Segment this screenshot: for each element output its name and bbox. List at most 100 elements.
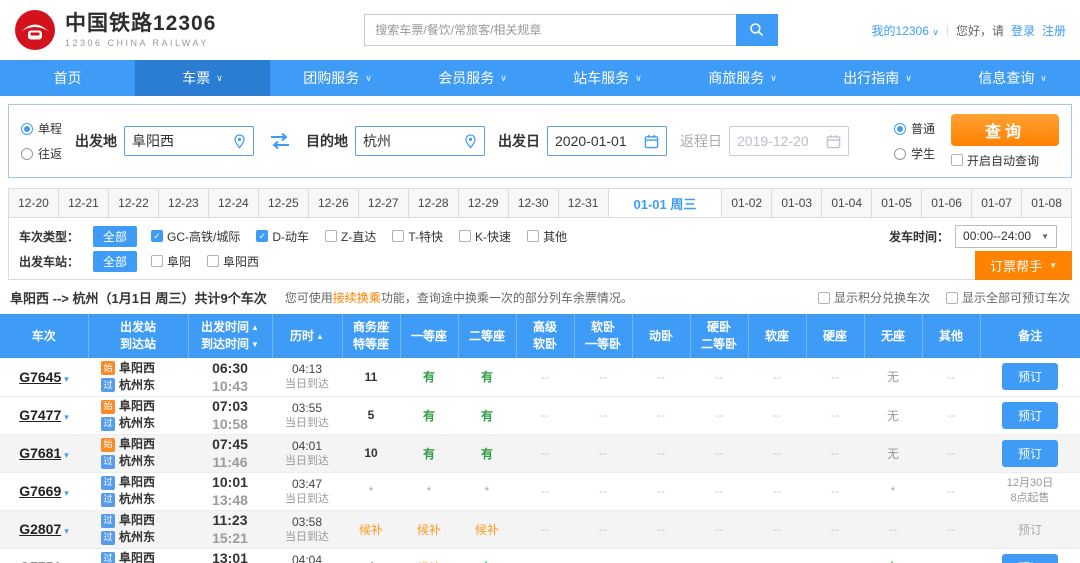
station-name: 杭州东 [119,377,155,394]
column-header-2[interactable]: 出发时间▲到达时间▼ [188,314,272,358]
show-bookable-checkbox[interactable]: 显示全部可预订车次 [946,289,1070,306]
site-search-input[interactable] [364,14,736,46]
nav-item-member-services[interactable]: 会员服务∨ [405,60,540,96]
nav-item-group-services[interactable]: 团购服务∨ [270,60,405,96]
column-header-0[interactable]: 车次 [0,314,88,358]
chevron-down-icon[interactable]: ▾ [64,526,69,536]
column-header-12[interactable]: 硬座 [806,314,864,358]
date-tab-16[interactable]: 01-05 [872,188,922,218]
train-number-link[interactable]: G7477 [19,407,61,423]
date-tab-17[interactable]: 01-06 [922,188,972,218]
brand-logo[interactable]: 中国铁路12306 12306 CHINA RAILWAY [14,9,216,51]
date-tab-7[interactable]: 12-27 [359,188,409,218]
train-type-option-4[interactable]: K-快速 [459,228,511,245]
date-tab-4[interactable]: 12-24 [209,188,259,218]
chevron-down-icon[interactable]: ▾ [64,450,69,460]
nav-item-travel-guide[interactable]: 出行指南∨ [810,60,945,96]
date-tab-3[interactable]: 12-23 [159,188,209,218]
column-header-8[interactable]: 软卧一等卧 [574,314,632,358]
column-header-4[interactable]: 商务座特等座 [342,314,400,358]
column-header-5[interactable]: 一等座 [400,314,458,358]
header-line: 一等座 [401,328,458,345]
date-tab-0[interactable]: 12-20 [8,188,59,218]
one-way-radio[interactable]: 单程 [21,120,62,137]
transfer-link[interactable]: 接续换乘 [333,291,381,305]
column-header-11[interactable]: 软座 [748,314,806,358]
column-header-15[interactable]: 备注 [980,314,1080,358]
date-tab-11[interactable]: 12-31 [559,188,609,218]
nav-item-station-services[interactable]: 站车服务∨ [540,60,675,96]
swap-stations-button[interactable] [267,131,293,151]
train-type-option-0[interactable]: GC-高铁/城际 [151,228,240,245]
chevron-down-icon[interactable]: ▾ [64,488,69,498]
round-trip-radio[interactable]: 往返 [21,145,62,162]
book-button[interactable]: 预订 [1002,554,1058,563]
column-header-6[interactable]: 二等座 [458,314,516,358]
train-number-link[interactable]: G7669 [19,483,61,499]
depart-date-input[interactable]: 2020-01-01 [547,126,667,156]
column-header-9[interactable]: 动卧 [632,314,690,358]
book-button[interactable]: 预订 [1002,363,1058,390]
station-all-tag[interactable]: 全部 [93,251,137,272]
seat-cell-0: 候补 [342,510,400,548]
my-12306-link[interactable]: 我的12306 ∨ [872,22,939,39]
nav-item-info-query[interactable]: 信息查询∨ [945,60,1080,96]
nav-item-tickets[interactable]: 车票∨ [135,60,270,96]
query-button[interactable]: 查询 [951,114,1059,146]
date-tab-13[interactable]: 01-02 [722,188,772,218]
train-type-option-2[interactable]: Z-直达 [325,228,376,245]
station-option-1[interactable]: 阜阳西 [207,253,259,270]
date-tab-6[interactable]: 12-26 [309,188,359,218]
from-input[interactable]: 阜阳西 [124,126,254,156]
nav-item-home[interactable]: 首页 [0,60,135,96]
depart-time-select[interactable]: 00:00--24:00 ▼ [955,225,1057,248]
column-header-13[interactable]: 无座 [864,314,922,358]
chevron-down-icon[interactable]: ▾ [64,374,69,384]
date-tab-9[interactable]: 12-29 [459,188,509,218]
chevron-down-icon[interactable]: ▾ [64,412,69,422]
date-tab-5[interactable]: 12-25 [259,188,309,218]
column-header-10[interactable]: 硬卧二等卧 [690,314,748,358]
train-number-link[interactable]: G7645 [19,369,61,385]
return-date-input[interactable]: 2019-12-20 [729,126,849,156]
header: 中国铁路12306 12306 CHINA RAILWAY 我的12306 ∨ [0,0,1080,60]
train-number-link[interactable]: G7681 [19,445,61,461]
column-header-7[interactable]: 高级软卧 [516,314,574,358]
date-tab-12[interactable]: 01-01 周三 [609,188,723,218]
date-tab-2[interactable]: 12-22 [109,188,159,218]
nav-item-business-travel[interactable]: 商旅服务∨ [675,60,810,96]
train-number-link[interactable]: G7751 [19,559,61,563]
register-link[interactable]: 注册 [1042,22,1066,39]
book-button[interactable]: 预订 [1002,440,1058,467]
date-tab-18[interactable]: 01-07 [972,188,1022,218]
login-link[interactable]: 登录 [1011,22,1035,39]
date-tab-10[interactable]: 12-30 [509,188,559,218]
date-tab-15[interactable]: 01-04 [822,188,872,218]
booking-helper-button[interactable]: 订票帮手 ▼ [975,251,1072,280]
book-button[interactable]: 预订 [1002,402,1058,429]
radio-checked-icon [21,123,33,135]
to-input[interactable]: 杭州 [355,126,485,156]
column-header-14[interactable]: 其他 [922,314,980,358]
station-option-0[interactable]: 阜阳 [151,253,191,270]
normal-passenger-radio[interactable]: 普通 [894,120,935,137]
date-tab-14[interactable]: 01-03 [772,188,822,218]
train-type-option-1[interactable]: D-动车 [256,228,309,245]
date-tab-1[interactable]: 12-21 [59,188,109,218]
auto-query-checkbox[interactable]: 开启自动查询 [951,152,1039,169]
column-header-3[interactable]: 历时▲ [272,314,342,358]
train-type-option-5[interactable]: 其他 [527,228,567,245]
student-passenger-radio[interactable]: 学生 [894,145,935,162]
date-tab-8[interactable]: 12-28 [409,188,459,218]
date-tab-19[interactable]: 01-08 [1022,188,1072,218]
arrive-station: 过杭州东 [88,415,188,432]
site-search-button[interactable] [736,14,778,46]
train-type-option-3[interactable]: T-特快 [392,228,443,245]
show-points-checkbox[interactable]: 显示积分兑换车次 [818,289,930,306]
train-number-link[interactable]: G2807 [19,521,61,537]
train-row-G2807: G2807▾过阜阳西过杭州东11:2315:2103:58当日到达候补候补候补-… [0,510,1080,548]
column-header-1[interactable]: 出发站到达站 [88,314,188,358]
header-text: 高级 [533,319,557,336]
train-type-all-tag[interactable]: 全部 [93,226,137,247]
station-cell: 始阜阳西过杭州东 [88,396,188,434]
